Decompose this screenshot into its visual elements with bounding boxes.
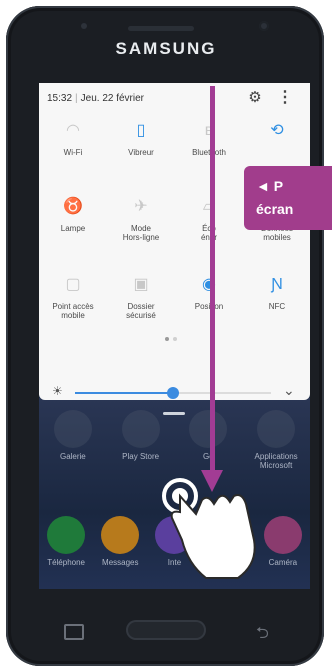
brightness-icon: ☀ xyxy=(52,384,63,398)
power-saving-icon: ▱ xyxy=(202,198,216,215)
tile-secure-folder[interactable]: ▣ Dossier sécurisé xyxy=(107,273,175,320)
hand-swipe-gesture-icon xyxy=(162,478,256,579)
front-camera xyxy=(259,21,269,31)
page-dot xyxy=(173,337,177,341)
tile-location[interactable]: ◉ Position xyxy=(175,273,243,311)
play-store-icon xyxy=(121,410,160,448)
wifi-icon: ◠ xyxy=(66,122,80,139)
tile-power-saving[interactable]: ▱ Éco éner xyxy=(175,195,243,242)
tile-vibrate[interactable]: ▯ Vibreur xyxy=(107,119,175,157)
status-time: 15:32 xyxy=(47,93,73,104)
panel-drag-handle[interactable] xyxy=(163,412,185,415)
gear-icon[interactable]: ⚙ xyxy=(245,88,265,108)
brand-logo: SAMSUNG xyxy=(115,39,217,58)
tile-flashlight[interactable]: ♉ Lampe xyxy=(39,195,107,233)
earpiece xyxy=(128,26,194,31)
brightness-knob[interactable] xyxy=(167,387,179,399)
nfc-icon: Ɲ xyxy=(271,276,283,293)
quick-settings-panel: 15:32 | Jeu. 22 février ⚙ ⋮ ◠ Wi-Fi ▯ Vibreu… xyxy=(39,83,310,400)
tile-airplane[interactable]: ✈ Mode Hors-ligne xyxy=(107,195,175,242)
gallery-icon xyxy=(53,410,92,448)
brightness-fill xyxy=(75,392,173,394)
app-phone[interactable]: Téléphone xyxy=(41,516,91,567)
flashlight-icon: ♉ xyxy=(63,198,83,215)
hotspot-icon: ▢ xyxy=(65,276,81,293)
instruction-callout: ◄ P écran xyxy=(244,166,332,230)
status-bar: 15:32 | Jeu. 22 février xyxy=(47,93,145,104)
vibrate-icon: ▯ xyxy=(136,122,146,139)
bluetooth-icon: ʙ xyxy=(204,122,214,139)
app-gallery[interactable]: Galerie xyxy=(48,410,98,470)
navigation-bar: ⮌ xyxy=(0,594,332,664)
callout-line-2: écran xyxy=(256,201,294,217)
swipe-arrow-line xyxy=(210,86,215,476)
google-icon xyxy=(189,410,228,448)
messages-icon xyxy=(101,516,140,554)
tile-bluetooth[interactable]: ʙ Bluetooth xyxy=(175,119,243,157)
microsoft-apps-icon xyxy=(257,410,296,448)
tile-hotspot[interactable]: ▢ Point accès mobile xyxy=(39,273,107,320)
tile-sync[interactable]: ⟲ xyxy=(243,119,310,148)
location-icon: ◉ xyxy=(202,276,216,293)
recent-apps-icon[interactable] xyxy=(64,624,84,640)
page-indicator xyxy=(163,328,179,346)
chevron-down-icon[interactable]: ⌄ xyxy=(283,382,295,399)
app-messages[interactable]: Messages xyxy=(95,516,145,567)
sensor xyxy=(81,23,87,29)
brightness-control: ☀ ⌄ xyxy=(39,380,310,406)
sync-icon: ⟲ xyxy=(270,122,284,139)
tile-nfc[interactable]: Ɲ NFC xyxy=(243,273,310,311)
tile-wifi[interactable]: ◠ Wi-Fi xyxy=(39,119,107,157)
brightness-slider[interactable] xyxy=(75,387,271,399)
status-date: Jeu. 22 février xyxy=(80,93,145,104)
secure-folder-icon: ▣ xyxy=(133,276,149,293)
home-button[interactable] xyxy=(126,620,206,640)
page-dot-active xyxy=(165,337,169,341)
phone-icon xyxy=(47,516,86,554)
back-icon[interactable]: ⮌ xyxy=(256,622,269,649)
callout-line-1: ◄ P xyxy=(256,178,284,194)
airplane-icon: ✈ xyxy=(134,198,148,215)
more-options-icon[interactable]: ⋮ xyxy=(277,88,293,108)
